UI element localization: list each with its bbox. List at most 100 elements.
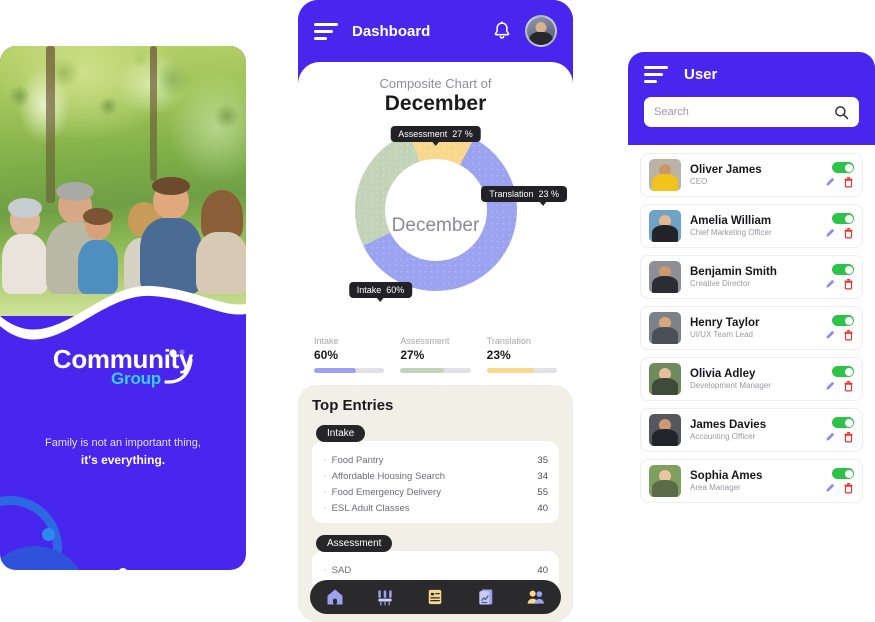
stat-label: Intake bbox=[314, 336, 339, 346]
stat-label: Translation bbox=[486, 336, 531, 346]
header-actions bbox=[493, 15, 557, 47]
avatar bbox=[649, 210, 681, 242]
user-name: Olivia Adley bbox=[690, 367, 756, 380]
trash-delete-icon[interactable] bbox=[843, 329, 854, 341]
entry-name: ESL Adult Classes bbox=[331, 502, 410, 514]
document-report-icon[interactable] bbox=[476, 587, 496, 607]
composite-donut-chart: December Assessment 27 % Translation 23 … bbox=[298, 120, 573, 332]
entry-row[interactable]: · Food Emergency Delivery 55 bbox=[323, 484, 548, 500]
row-actions bbox=[825, 366, 854, 392]
stat-value: 23% bbox=[486, 348, 511, 362]
bottom-navigation bbox=[310, 580, 561, 614]
status-toggle[interactable] bbox=[832, 417, 854, 428]
edit-pencil-icon[interactable] bbox=[825, 482, 836, 493]
bullet-icon: · bbox=[323, 501, 327, 514]
table-row[interactable]: Benjamin Smith Creative Director bbox=[640, 255, 863, 299]
stat-label: Assessment bbox=[400, 336, 450, 346]
user-role: Chief Marketing Officer bbox=[690, 227, 772, 237]
edit-pencil-icon[interactable] bbox=[825, 227, 836, 238]
carousel-dots[interactable] bbox=[0, 564, 246, 570]
notification-bell-icon[interactable] bbox=[493, 21, 511, 41]
home-icon[interactable] bbox=[325, 587, 345, 607]
donut-tag-translation: Translation 23 % bbox=[481, 186, 567, 202]
entry-row[interactable]: · SAD 40 bbox=[323, 562, 548, 578]
user-name: Henry Taylor bbox=[690, 316, 760, 329]
status-toggle[interactable] bbox=[832, 213, 854, 224]
status-toggle[interactable] bbox=[832, 315, 854, 326]
entry-row[interactable]: · Affordable Housing Search 34 bbox=[323, 468, 548, 484]
table-row[interactable]: Sophia Ames Area Manager bbox=[640, 459, 863, 503]
user-role: Area Manager bbox=[690, 482, 741, 492]
table-row[interactable]: James Davies Accounting Officer bbox=[640, 408, 863, 452]
row-actions bbox=[825, 315, 854, 341]
edit-pencil-icon[interactable] bbox=[825, 380, 836, 391]
entry-name: Food Emergency Delivery bbox=[331, 486, 441, 498]
stat-progress-bar bbox=[314, 368, 385, 373]
community-promo-panel: Community Group Family is not an importa… bbox=[0, 46, 246, 570]
bullet-icon: · bbox=[323, 469, 327, 482]
user-name: Sophia Ames bbox=[690, 469, 763, 482]
entry-group-chip-intake: Intake bbox=[316, 425, 366, 442]
entry-count: 40 bbox=[537, 502, 548, 514]
tree-trunk bbox=[150, 46, 157, 181]
status-toggle[interactable] bbox=[832, 468, 854, 479]
chart-stats-icon[interactable] bbox=[375, 587, 395, 607]
user-name: Oliver James bbox=[690, 163, 762, 176]
entry-count: 55 bbox=[537, 486, 548, 498]
entry-row[interactable]: · ESL Adult Classes 40 bbox=[323, 500, 548, 516]
avatar bbox=[649, 312, 681, 344]
carousel-dot-active[interactable] bbox=[118, 567, 128, 570]
entry-name: Affordable Housing Search bbox=[331, 470, 446, 482]
stat-progress-bar bbox=[486, 368, 557, 373]
trash-delete-icon[interactable] bbox=[843, 380, 854, 392]
user-text: Olivia Adley Development Manager bbox=[690, 367, 825, 392]
donut-tag-intake: Intake 60% bbox=[348, 282, 413, 298]
entry-name: SAD bbox=[331, 564, 352, 576]
edit-pencil-icon[interactable] bbox=[825, 278, 836, 289]
clipboard-list-icon[interactable] bbox=[425, 587, 445, 607]
row-actions bbox=[825, 162, 854, 188]
entry-card-intake: · Food Pantry 35 · Affordable Housing Se… bbox=[312, 441, 559, 523]
row-actions bbox=[825, 468, 854, 494]
chart-title: December bbox=[384, 92, 487, 115]
table-row[interactable]: Oliver James CEO bbox=[640, 153, 863, 197]
table-row[interactable]: Olivia Adley Development Manager bbox=[640, 357, 863, 401]
dashboard-header: Dashboard bbox=[298, 0, 573, 62]
status-toggle[interactable] bbox=[832, 366, 854, 377]
table-row[interactable]: Henry Taylor UI/UX Team Lead bbox=[640, 306, 863, 350]
status-toggle[interactable] bbox=[832, 162, 854, 173]
trash-delete-icon[interactable] bbox=[843, 278, 854, 290]
trash-delete-icon[interactable] bbox=[843, 176, 854, 188]
avatar bbox=[649, 363, 681, 395]
search-icon[interactable] bbox=[834, 105, 849, 120]
entry-group-chip-assessment: Assessment bbox=[316, 535, 393, 552]
hamburger-icon[interactable] bbox=[644, 66, 668, 83]
edit-pencil-icon[interactable] bbox=[825, 329, 836, 340]
avatar[interactable] bbox=[525, 15, 557, 47]
page-title: Dashboard bbox=[352, 22, 431, 40]
stat-translation: Translation 23% bbox=[486, 336, 557, 373]
edit-pencil-icon[interactable] bbox=[825, 431, 836, 442]
table-row[interactable]: Amelia William Chief Marketing Officer bbox=[640, 204, 863, 248]
trash-delete-icon[interactable] bbox=[843, 482, 854, 494]
donut-center-label: December bbox=[391, 215, 480, 236]
row-icon-group bbox=[825, 227, 854, 239]
row-actions bbox=[825, 213, 854, 239]
hamburger-icon[interactable] bbox=[314, 22, 338, 40]
entry-row[interactable]: · Food Pantry 35 bbox=[323, 452, 548, 468]
avatar bbox=[649, 465, 681, 497]
edit-pencil-icon[interactable] bbox=[825, 176, 836, 187]
search-input[interactable] bbox=[654, 106, 834, 118]
user-name: Amelia William bbox=[690, 214, 772, 227]
status-toggle[interactable] bbox=[832, 264, 854, 275]
stat-value: 27% bbox=[400, 348, 425, 362]
logo-secondary-text: Group bbox=[111, 369, 161, 388]
users-group-icon[interactable] bbox=[526, 587, 546, 607]
search-bar[interactable] bbox=[644, 97, 859, 127]
user-list-panel: User Oliver James CEO bbox=[628, 52, 875, 568]
entry-count: 40 bbox=[537, 564, 548, 576]
trash-delete-icon[interactable] bbox=[843, 431, 854, 443]
trash-delete-icon[interactable] bbox=[843, 227, 854, 239]
stat-value: 60% bbox=[314, 348, 339, 362]
avatar bbox=[649, 159, 681, 191]
